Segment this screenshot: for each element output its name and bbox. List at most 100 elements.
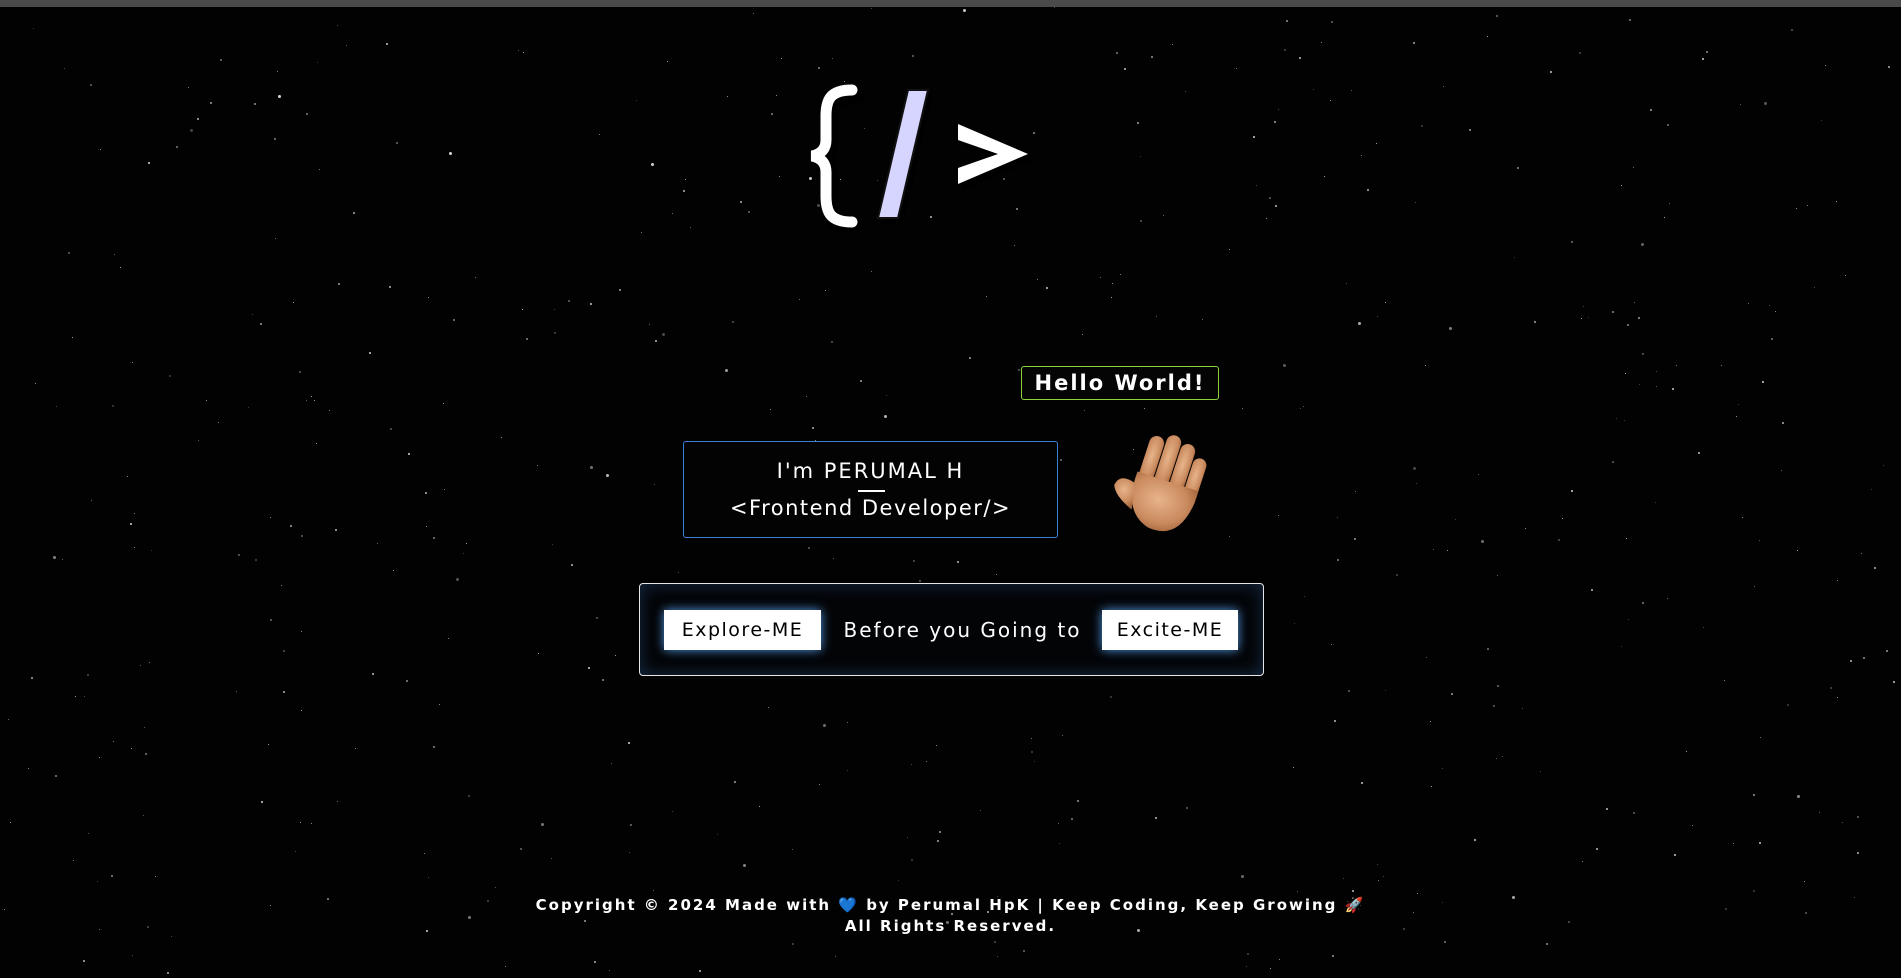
star — [636, 100, 638, 102]
star — [753, 12, 755, 14]
star — [1539, 770, 1541, 772]
star — [725, 369, 729, 373]
star — [68, 251, 71, 254]
star — [1186, 807, 1189, 810]
star — [667, 61, 669, 63]
star — [859, 380, 862, 383]
star — [769, 408, 771, 410]
star — [1871, 488, 1873, 490]
star — [1627, 618, 1629, 620]
star — [87, 674, 90, 676]
star — [98, 757, 100, 759]
star — [1282, 363, 1286, 367]
star — [149, 662, 151, 664]
star — [1337, 516, 1339, 518]
star — [1787, 704, 1790, 707]
star — [1616, 418, 1618, 420]
star — [311, 395, 313, 397]
star — [277, 71, 279, 73]
star — [1298, 57, 1301, 60]
star — [91, 499, 93, 501]
star — [1241, 874, 1245, 878]
star — [306, 399, 308, 401]
star — [1863, 657, 1866, 660]
star — [1625, 538, 1627, 540]
footer-rights-line: All Rights Reserved. — [844, 917, 1057, 935]
star — [144, 753, 147, 756]
star — [847, 770, 849, 772]
star — [619, 289, 622, 292]
star — [830, 341, 833, 344]
star — [35, 382, 37, 384]
footer-text-after: by Perumal HpK | Keep Coding, Keep Growi… — [858, 896, 1366, 914]
star — [1415, 483, 1417, 485]
star — [1818, 812, 1820, 814]
star — [281, 585, 283, 587]
star — [1803, 880, 1805, 882]
star — [1162, 214, 1164, 216]
star — [1642, 352, 1645, 355]
star — [518, 50, 520, 52]
star — [1797, 795, 1801, 799]
star — [474, 276, 476, 278]
star — [1384, 690, 1386, 692]
star — [536, 464, 538, 466]
star — [1296, 891, 1298, 893]
star — [197, 440, 199, 442]
star — [1824, 65, 1826, 67]
star — [120, 266, 122, 268]
star — [282, 691, 285, 694]
star — [871, 7, 873, 9]
star — [897, 879, 899, 881]
star — [587, 666, 590, 669]
star — [780, 57, 782, 59]
star — [758, 805, 760, 807]
star — [1495, 758, 1497, 760]
star — [385, 43, 388, 46]
star — [823, 724, 827, 728]
star — [649, 323, 651, 325]
star — [599, 134, 601, 136]
star — [1578, 51, 1581, 54]
star — [453, 319, 456, 322]
heart-icon: 💙 — [838, 896, 859, 914]
star — [1641, 242, 1645, 246]
star — [1667, 124, 1670, 127]
star — [1873, 567, 1876, 570]
star — [1836, 697, 1838, 699]
star — [87, 833, 89, 835]
footer-text-before: Copyright © 2024 Made with — [535, 896, 839, 914]
star — [428, 877, 430, 879]
star — [1740, 104, 1742, 106]
star — [1836, 200, 1838, 202]
star — [1732, 842, 1734, 844]
top-bar — [0, 0, 1901, 7]
star — [267, 744, 269, 746]
star — [1172, 43, 1174, 45]
star — [219, 58, 222, 61]
cta-box: Explore-ME Before you Going to Excite-ME — [639, 583, 1264, 676]
excite-me-button[interactable]: Excite-ME — [1102, 610, 1238, 650]
star — [808, 546, 811, 549]
star — [345, 44, 347, 46]
explore-me-button[interactable]: Explore-ME — [664, 610, 821, 650]
star — [799, 299, 801, 301]
star — [1496, 574, 1498, 576]
star — [1034, 761, 1035, 763]
star — [1781, 421, 1784, 424]
star — [259, 323, 262, 326]
star — [1112, 283, 1114, 285]
star — [1861, 553, 1863, 555]
star — [1415, 201, 1417, 203]
star — [538, 652, 540, 654]
star — [1058, 822, 1060, 824]
star — [1136, 121, 1139, 124]
star — [1524, 527, 1526, 529]
star — [62, 559, 64, 561]
star — [595, 617, 598, 619]
star — [522, 52, 524, 54]
star — [1155, 315, 1157, 317]
star — [1501, 756, 1503, 758]
star — [112, 741, 114, 743]
star — [247, 407, 249, 409]
